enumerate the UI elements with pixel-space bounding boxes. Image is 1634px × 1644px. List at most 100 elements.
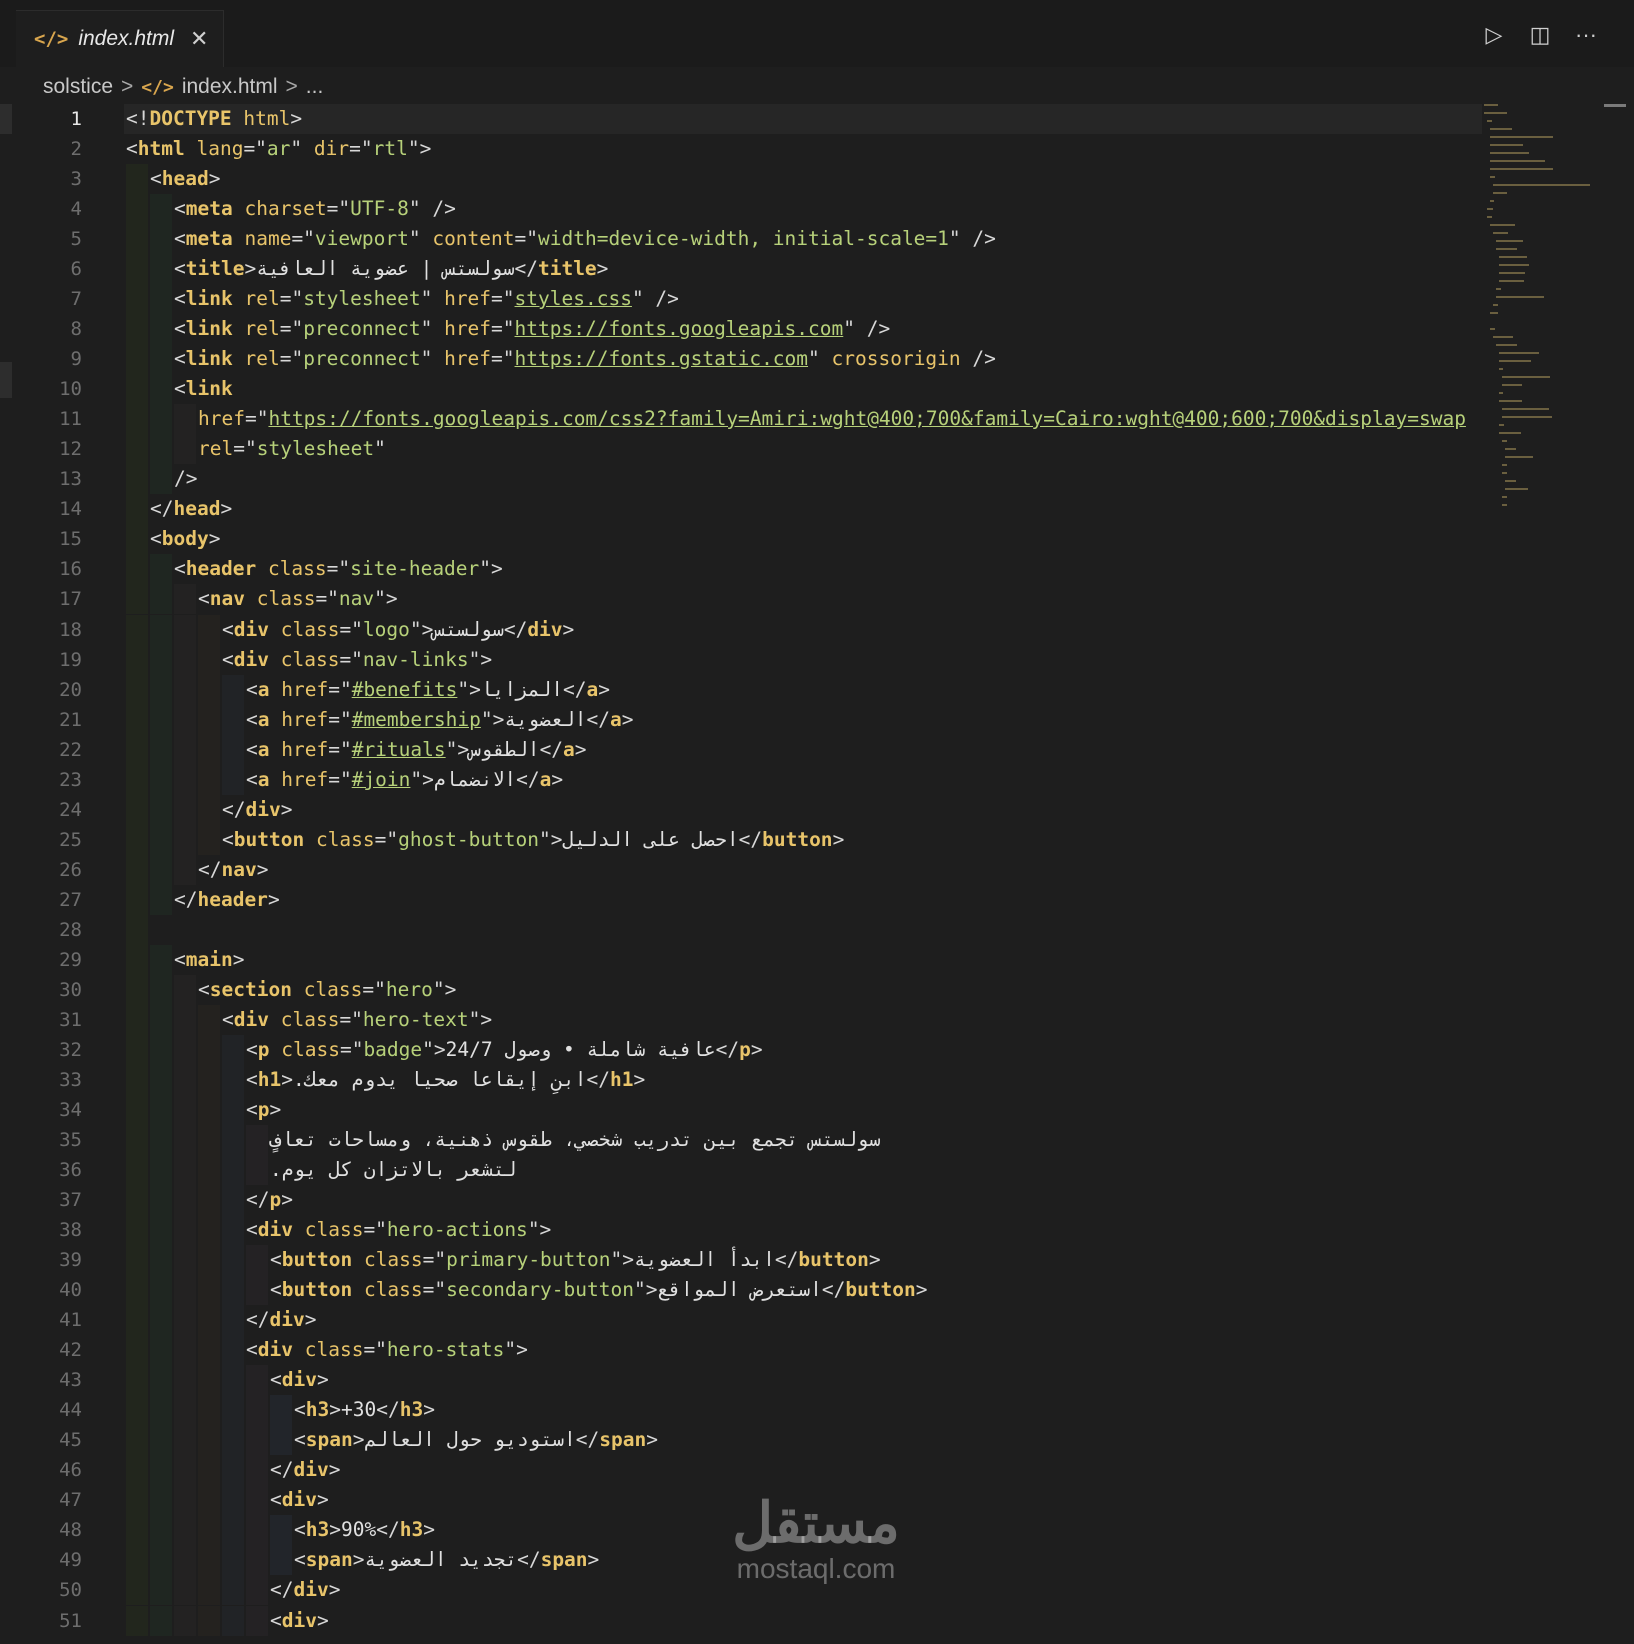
code-line[interactable]: 7 <link rel="stylesheet" href="styles.css… [0,284,1482,314]
code-line[interactable]: 17 <nav class="nav"> [0,584,1482,614]
code-line[interactable]: 25 <button class="ghost-button">احصل على … [0,825,1482,855]
code-line[interactable]: 2 <html lang="ar" dir="rtl"> [0,134,1482,164]
code-line[interactable]: 33 <h1>ابنِ إيقاعا صحيا يدوم معك.</h1> [0,1065,1482,1095]
code-token: </ [715,1038,740,1061]
indent-guide [198,1425,220,1455]
split-editor-icon[interactable]: ◫ [1528,22,1552,48]
code-line[interactable]: 38 <div class="hero-actions"> [0,1215,1482,1245]
code-line[interactable]: 14 </head> [0,494,1482,524]
code-line[interactable]: 36 لتشعر بالاتزان كل يوم. [0,1155,1482,1185]
code-text: <main> [174,945,244,975]
code-text: <h1>ابنِ إيقاعا صحيا يدوم معك.</h1> [246,1065,645,1095]
indent-guide [198,1606,220,1636]
line-number: 29 [59,949,82,971]
code-line[interactable]: 4 <meta charset="UTF-8" /> [0,194,1482,224]
code-line[interactable]: 10 <link [0,374,1482,404]
code-token: > [316,1368,329,1391]
code-text: <link rel="stylesheet" href="styles.css"… [174,284,679,314]
code-line[interactable]: 31 <div class="hero-text"> [0,1005,1482,1035]
code-token: </ [738,828,763,851]
indent-guide [126,464,148,494]
code-token: "> [539,828,563,851]
tab-index-html[interactable]: </> index.html ✕ [16,10,224,67]
indent-guide [174,1035,196,1065]
indent-guide [246,1485,268,1515]
line-number: 38 [59,1219,82,1241]
indent-guide [174,1305,196,1335]
code-line[interactable]: 3 <head> [0,164,1482,194]
code-line[interactable]: 9 <link rel="preconnect" href="https://fo… [0,344,1482,374]
code-token: <! [126,107,150,130]
code-line[interactable]: 45 <span>استوديو حول العالم</span> [0,1425,1482,1455]
indent-guide [198,1335,220,1365]
code-line[interactable]: 28 [0,915,1482,945]
code-line[interactable]: 8 <link rel="preconnect" href="https://fo… [0,314,1482,344]
code-line[interactable]: 11 href="https://fonts.googleapis.com/css… [0,404,1482,434]
code-line[interactable]: 35 سولستس تجمع بين تدريب شخصي، طقوس ذهنية… [0,1125,1482,1155]
code-line[interactable]: 18 <div class="logo">سولستس</div> [0,615,1482,645]
code-line[interactable]: 51 <div> [0,1606,1482,1636]
run-icon[interactable]: ▷ [1482,22,1506,48]
code-token: </ [586,708,610,731]
minimap[interactable] [1482,104,1602,644]
code-line[interactable]: 44 <h3>30+</h3> [0,1395,1482,1425]
indent-guide [174,434,196,464]
code-line[interactable]: 12 rel="stylesheet" [0,434,1482,464]
code-line[interactable]: 22 <a href="#rituals">الطقوس</a> [0,735,1482,765]
code-line[interactable]: 26 </nav> [0,855,1482,885]
code-line[interactable]: 21 <a href="#membership">العضوية</a> [0,705,1482,735]
code-line[interactable]: 29 <main> [0,945,1482,975]
code-token: name [244,227,292,250]
code-line[interactable]: 34 <p> [0,1095,1482,1125]
indent-guide [150,1185,172,1215]
minimap-line [1490,312,1499,314]
code-line[interactable]: 1 <!DOCTYPE html> [0,104,1482,134]
code-token: =" [422,1248,447,1271]
more-actions-icon[interactable]: ··· [1574,22,1598,48]
scrollbar-thumb[interactable] [1604,104,1626,107]
indent-guide [222,1065,244,1095]
code-line[interactable]: 19 <div class="nav-links"> [0,645,1482,675]
indent-guide [198,1365,220,1395]
code-line[interactable]: 39 <button class="primary-button">ابدأ ال… [0,1245,1482,1275]
code-line[interactable]: 32 <p class="badge">عافية شاملة • وصول 24… [0,1035,1482,1065]
code-token: > [244,257,257,280]
code-token: div [527,618,563,641]
code-line[interactable]: 6 <title>سولستس | عضوية العافية</title> [0,254,1482,284]
code-line[interactable]: 37 </p> [0,1185,1482,1215]
code-token: span [305,1548,353,1571]
code-line[interactable]: 16 <header class="site-header"> [0,554,1482,584]
code-token: width=device-width, initial-scale=1 [538,227,949,250]
breadcrumb-symbols[interactable]: ... [306,75,324,99]
code-editor[interactable]: 1 <!DOCTYPE html> 2 <html lang="ar" dir="rt… [0,104,1634,1644]
code-line[interactable]: 24 </div> [0,795,1482,825]
line-number: 40 [59,1279,82,1301]
breadcrumb-file[interactable]: index.html [182,75,278,99]
tab-title: index.html [78,27,175,50]
close-icon[interactable]: ✕ [190,26,208,52]
code-token: </ [246,1308,270,1331]
code-line[interactable]: 13 /> [0,464,1482,494]
indent-guide [126,404,148,434]
code-line[interactable]: 20 <a href="#benefits">المزايا</a> [0,675,1482,705]
code-line[interactable]: 5 <meta name="viewport" content="width=de… [0,224,1482,254]
code-line[interactable]: 41 </div> [0,1305,1482,1335]
line-number: 27 [59,889,82,911]
code-line[interactable]: 15 <body> [0,524,1482,554]
indent-guide [198,1485,220,1515]
code-token: =" [328,738,352,761]
code-line[interactable]: 27 </header> [0,885,1482,915]
code-token: href [281,738,329,761]
code-text: <div class="hero-actions"> [246,1215,551,1245]
code-token: > [562,618,575,641]
breadcrumb-folder[interactable]: solstice [43,75,113,99]
code-line[interactable]: 42 <div class="hero-stats"> [0,1335,1482,1365]
code-line[interactable]: 43 <div> [0,1365,1482,1395]
code-line[interactable]: 46 </div> [0,1455,1482,1485]
code-token: < [174,227,186,250]
code-line[interactable]: 40 <button class="secondary-button">استعر… [0,1275,1482,1305]
code-line[interactable]: 23 <a href="#join">الانضمام</a> [0,765,1482,795]
code-token: </ [586,1068,610,1091]
watermark-logo: مستقل mostaql.com [732,1491,900,1584]
code-line[interactable]: 30 <section class="hero"> [0,975,1482,1005]
